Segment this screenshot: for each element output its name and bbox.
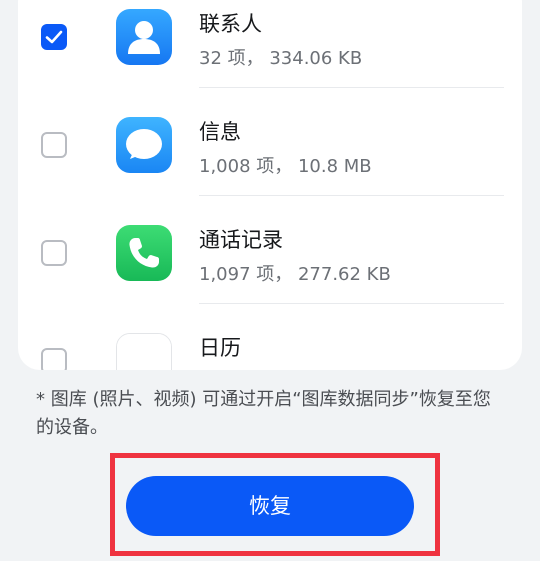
call-log-checkbox[interactable] (41, 240, 67, 266)
list-item-messages[interactable]: 信息 1,008 项， 10.8 MB (18, 88, 522, 196)
item-subtitle: 32 项， 334.06 KB (199, 48, 363, 69)
checkmark-icon (45, 30, 63, 44)
messages-icon (116, 117, 172, 173)
gallery-sync-note: * 图库 (照片、视频) 可通过开启“图库数据同步”恢复至您的设备。 (36, 389, 491, 438)
contacts-icon (116, 9, 172, 65)
list-item-contacts[interactable]: 联系人 32 项， 334.06 KB (18, 0, 522, 88)
phone-icon (116, 225, 172, 281)
item-subtitle: 1,097 项， 277.62 KB (199, 264, 391, 285)
data-list-card: 联系人 32 项， 334.06 KB 信息 1,008 项， 10.8 MB … (18, 0, 522, 370)
list-item-call-log[interactable]: 通话记录 1,097 项， 277.62 KB (18, 196, 522, 304)
item-title: 通话记录 (199, 228, 283, 252)
highlight-annotation (110, 453, 440, 556)
item-title: 信息 (199, 120, 241, 144)
contacts-checkbox[interactable] (41, 24, 67, 50)
item-title: 联系人 (199, 12, 262, 36)
messages-checkbox[interactable] (41, 132, 67, 158)
calendar-checkbox[interactable] (41, 348, 67, 370)
item-subtitle: 1,008 项， 10.8 MB (199, 156, 372, 177)
calendar-icon (116, 333, 172, 370)
list-item-calendar[interactable]: 日历 (18, 304, 522, 370)
item-title: 日历 (199, 336, 241, 360)
restore-page: 联系人 32 项， 334.06 KB 信息 1,008 项， 10.8 MB … (0, 0, 540, 561)
